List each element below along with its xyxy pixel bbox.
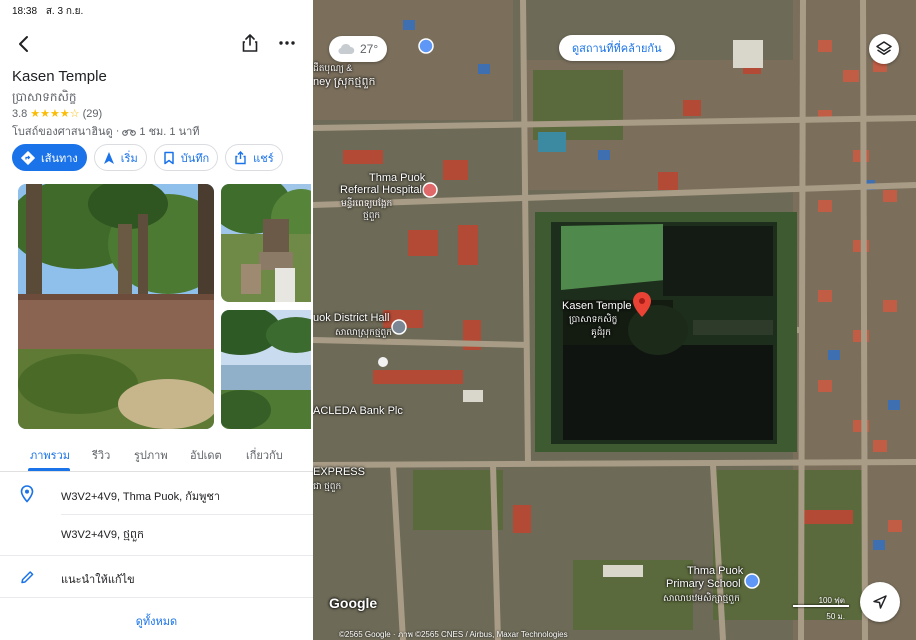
save-label: บันทึก	[180, 152, 210, 165]
divider	[61, 514, 313, 515]
map-label-temple[interactable]: Kasen Temple	[562, 300, 632, 312]
review-count: (29)	[82, 107, 103, 120]
map-label-school-local: សាលាបឋមសិក្សាថ្មពួក	[663, 593, 740, 603]
place-local-name: ប្រាសាទកសិក្ខ	[12, 90, 77, 104]
temperature: 27°	[360, 42, 379, 56]
directions-icon	[21, 150, 35, 165]
map-label-temple-local2: គូដំរុក	[591, 327, 611, 337]
share-icon-button[interactable]	[240, 32, 260, 54]
tab-reviews[interactable]: รีวิว	[92, 446, 110, 464]
place-title: Kasen Temple	[12, 68, 107, 85]
more-horizontal-icon	[279, 41, 295, 45]
rating-value: 3.8	[12, 107, 28, 120]
map-label-hospital-local: មន្ទីរពេទ្យបង្អែក	[341, 198, 393, 208]
layers-button[interactable]	[869, 34, 899, 64]
weather-chip[interactable]: 27°	[329, 36, 388, 62]
rating-row[interactable]: 3.8 ★★★★☆ (29)	[12, 107, 103, 121]
directions-label: เส้นทาง	[41, 152, 78, 165]
divider	[0, 597, 313, 598]
map-label-school[interactable]: Thma Puok	[687, 565, 743, 577]
google-logo: Google	[329, 595, 378, 611]
my-location-button[interactable]	[860, 582, 900, 622]
tab-photos[interactable]: รูปภาพ	[134, 446, 168, 464]
tab-overview[interactable]: ภาพรวม	[30, 446, 70, 464]
chevron-left-icon	[19, 36, 28, 52]
action-chips: เส้นทาง เริ่ม บันทึก แชร์	[12, 144, 290, 171]
map-label-express[interactable]: EXPRESS	[313, 466, 365, 478]
similar-places-button[interactable]: ดูสถานที่ที่คล้ายกัน	[559, 35, 675, 61]
share-label: แชร์	[253, 152, 274, 165]
map-label-express-local: ជា ថ្មពួក	[313, 481, 342, 491]
start-button[interactable]: เริ่ม	[93, 144, 147, 171]
map-label-top: ney ស្រុកថ្មពួក	[313, 76, 376, 88]
map-copyright: ©2565 Google · ภาพ ©2565 CNES / Airbus, …	[339, 630, 568, 639]
photo-main[interactable]	[18, 184, 214, 429]
map-label-hospital[interactable]: Thma Puok	[369, 172, 425, 184]
plus-code-local-row[interactable]: W3V2+4V9, ថ្មពួក	[0, 516, 313, 556]
statue-photo	[221, 184, 311, 302]
tab-about[interactable]: เกี่ยวกับ	[246, 446, 283, 464]
map-label-hospital-local2: ថ្មពួក	[363, 210, 381, 220]
suggest-edit-row[interactable]: แนะนำให้แก้ไข	[0, 558, 313, 598]
map-label-acleda[interactable]: ACLEDA Bank Plc	[313, 405, 403, 417]
navigation-arrow-icon	[103, 151, 114, 164]
divider	[0, 555, 313, 556]
cloud-icon	[338, 43, 355, 55]
map-label-district-hall[interactable]: uok District Hall	[313, 312, 389, 324]
satellite-map[interactable]: Kasen Temple ប្រាសាទកសិក្ខ គូដំរុក Thma …	[313, 0, 916, 640]
directions-button[interactable]: เส้นทาง	[12, 144, 87, 171]
photo-statue[interactable]	[221, 184, 311, 302]
top-bar	[0, 30, 313, 58]
layers-icon	[876, 41, 892, 55]
active-tab-indicator	[28, 468, 70, 471]
place-panel: 18:38 ส. 3 ก.ย. Kasen Temple ប្រាសាទកសិក…	[0, 0, 313, 640]
more-options-button[interactable]	[276, 32, 298, 54]
rating-stars-icon: ★★★★☆	[30, 108, 80, 120]
location-arrow-icon	[873, 595, 887, 609]
share-icon	[242, 34, 258, 52]
location-pin-icon	[20, 485, 34, 503]
share-icon	[235, 150, 246, 164]
status-date: ส. 3 ก.ย.	[45, 6, 84, 17]
map-label-school2: Primary School	[666, 578, 741, 590]
plus-code-row[interactable]: W3V2+4V9, Thma Puok, กัมพูชา	[0, 475, 313, 515]
map-label-temple-local: ប្រាសាទកសិក្ខ	[569, 314, 618, 324]
status-time: 18:38	[12, 6, 38, 17]
see-all-row: ดูทั้งหมด	[0, 600, 313, 640]
map-scale: 100 ฟุต 50 ม.	[783, 594, 853, 621]
map-label-hospital2: Referral Hospital	[340, 184, 422, 196]
temple-wall-photo	[18, 184, 214, 429]
pencil-icon	[21, 571, 34, 584]
share-button[interactable]: แชร์	[225, 144, 283, 171]
see-all-link[interactable]: ดูทั้งหมด	[0, 612, 313, 630]
tab-bar: ภาพรวม รีวิว รูปภาพ อัปเดต เกี่ยวกับ	[0, 440, 313, 472]
status-bar: 18:38 ส. 3 ก.ย.	[12, 4, 89, 19]
pond-photo	[221, 310, 311, 429]
scale-meters: 50 ม.	[826, 612, 845, 621]
start-label: เริ่ม	[120, 152, 138, 165]
scale-bar	[793, 605, 849, 607]
meta-row: โบสถ์ของศาสนาฮินดู · 1 ชม. 1 นาที	[12, 122, 200, 140]
suggest-edit-text: แนะนำให้แก้ไข	[61, 574, 135, 586]
map-label-top2: ដឹតបុណ្យ &	[313, 63, 353, 73]
save-button[interactable]: บันทึก	[153, 144, 219, 171]
plus-code-local-text: W3V2+4V9, ថ្មពួក	[61, 529, 145, 541]
place-category: โบสถ์ของศาสนาฮินดู	[12, 126, 113, 138]
bookmark-icon	[163, 151, 174, 164]
tab-updates[interactable]: อัปเดต	[190, 446, 222, 464]
map-label-district-local: សាលាស្រុកថ្មពួក	[335, 327, 392, 337]
motorcycle-icon	[122, 128, 137, 136]
back-button[interactable]	[14, 32, 36, 56]
plus-code-text: W3V2+4V9, Thma Puok, กัมพูชา	[61, 491, 221, 503]
travel-time: 1 ชม. 1 นาที	[139, 126, 200, 138]
photo-pond[interactable]	[221, 310, 311, 429]
